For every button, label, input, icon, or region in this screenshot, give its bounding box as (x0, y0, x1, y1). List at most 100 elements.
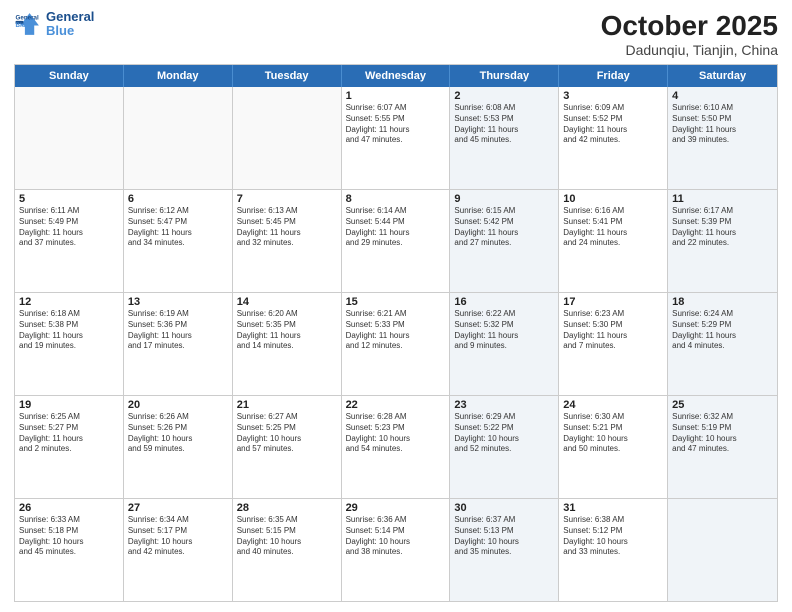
page-container: General Blue General Blue October 2025 D… (0, 0, 792, 612)
day-number: 12 (19, 296, 119, 308)
title-block: October 2025 Dadunqiu, Tianjin, China (601, 10, 778, 58)
day-info: Sunrise: 6:13 AM Sunset: 5:45 PM Dayligh… (237, 206, 337, 249)
logo-text: General Blue (46, 10, 94, 39)
day-info: Sunrise: 6:29 AM Sunset: 5:22 PM Dayligh… (454, 412, 554, 455)
day-number: 20 (128, 399, 228, 411)
day-info: Sunrise: 6:10 AM Sunset: 5:50 PM Dayligh… (672, 103, 773, 146)
calendar-cell: 25Sunrise: 6:32 AM Sunset: 5:19 PM Dayli… (668, 396, 777, 498)
calendar-header: SundayMondayTuesdayWednesdayThursdayFrid… (15, 65, 777, 87)
calendar-row: 12Sunrise: 6:18 AM Sunset: 5:38 PM Dayli… (15, 292, 777, 395)
calendar-cell (15, 87, 124, 189)
day-number: 18 (672, 296, 773, 308)
day-number: 5 (19, 193, 119, 205)
calendar-cell: 28Sunrise: 6:35 AM Sunset: 5:15 PM Dayli… (233, 499, 342, 601)
day-info: Sunrise: 6:17 AM Sunset: 5:39 PM Dayligh… (672, 206, 773, 249)
calendar-cell: 6Sunrise: 6:12 AM Sunset: 5:47 PM Daylig… (124, 190, 233, 292)
day-number: 9 (454, 193, 554, 205)
weekday-header: Sunday (15, 65, 124, 87)
day-number: 10 (563, 193, 663, 205)
day-info: Sunrise: 6:18 AM Sunset: 5:38 PM Dayligh… (19, 309, 119, 352)
day-info: Sunrise: 6:08 AM Sunset: 5:53 PM Dayligh… (454, 103, 554, 146)
day-number: 7 (237, 193, 337, 205)
calendar-cell: 27Sunrise: 6:34 AM Sunset: 5:17 PM Dayli… (124, 499, 233, 601)
calendar-cell: 15Sunrise: 6:21 AM Sunset: 5:33 PM Dayli… (342, 293, 451, 395)
logo-line1: General (46, 10, 94, 24)
day-info: Sunrise: 6:21 AM Sunset: 5:33 PM Dayligh… (346, 309, 446, 352)
month-title: October 2025 (601, 10, 778, 42)
day-info: Sunrise: 6:20 AM Sunset: 5:35 PM Dayligh… (237, 309, 337, 352)
day-number: 31 (563, 502, 663, 514)
calendar-body: 1Sunrise: 6:07 AM Sunset: 5:55 PM Daylig… (15, 87, 777, 601)
calendar-cell: 1Sunrise: 6:07 AM Sunset: 5:55 PM Daylig… (342, 87, 451, 189)
calendar-row: 19Sunrise: 6:25 AM Sunset: 5:27 PM Dayli… (15, 395, 777, 498)
day-number: 30 (454, 502, 554, 514)
calendar-cell: 26Sunrise: 6:33 AM Sunset: 5:18 PM Dayli… (15, 499, 124, 601)
day-number: 26 (19, 502, 119, 514)
day-number: 6 (128, 193, 228, 205)
day-info: Sunrise: 6:07 AM Sunset: 5:55 PM Dayligh… (346, 103, 446, 146)
day-number: 22 (346, 399, 446, 411)
calendar: SundayMondayTuesdayWednesdayThursdayFrid… (14, 64, 778, 602)
day-info: Sunrise: 6:24 AM Sunset: 5:29 PM Dayligh… (672, 309, 773, 352)
calendar-cell: 2Sunrise: 6:08 AM Sunset: 5:53 PM Daylig… (450, 87, 559, 189)
day-number: 19 (19, 399, 119, 411)
calendar-cell: 8Sunrise: 6:14 AM Sunset: 5:44 PM Daylig… (342, 190, 451, 292)
day-number: 8 (346, 193, 446, 205)
calendar-cell: 30Sunrise: 6:37 AM Sunset: 5:13 PM Dayli… (450, 499, 559, 601)
calendar-cell: 23Sunrise: 6:29 AM Sunset: 5:22 PM Dayli… (450, 396, 559, 498)
calendar-cell: 3Sunrise: 6:09 AM Sunset: 5:52 PM Daylig… (559, 87, 668, 189)
day-number: 17 (563, 296, 663, 308)
calendar-row: 26Sunrise: 6:33 AM Sunset: 5:18 PM Dayli… (15, 498, 777, 601)
day-info: Sunrise: 6:33 AM Sunset: 5:18 PM Dayligh… (19, 515, 119, 558)
logo: General Blue General Blue (14, 10, 94, 39)
day-info: Sunrise: 6:38 AM Sunset: 5:12 PM Dayligh… (563, 515, 663, 558)
day-number: 16 (454, 296, 554, 308)
day-number: 15 (346, 296, 446, 308)
svg-text:Blue: Blue (16, 22, 30, 29)
day-info: Sunrise: 6:32 AM Sunset: 5:19 PM Dayligh… (672, 412, 773, 455)
calendar-row: 5Sunrise: 6:11 AM Sunset: 5:49 PM Daylig… (15, 189, 777, 292)
calendar-cell (233, 87, 342, 189)
day-info: Sunrise: 6:09 AM Sunset: 5:52 PM Dayligh… (563, 103, 663, 146)
day-number: 24 (563, 399, 663, 411)
calendar-cell: 31Sunrise: 6:38 AM Sunset: 5:12 PM Dayli… (559, 499, 668, 601)
day-info: Sunrise: 6:15 AM Sunset: 5:42 PM Dayligh… (454, 206, 554, 249)
calendar-cell: 19Sunrise: 6:25 AM Sunset: 5:27 PM Dayli… (15, 396, 124, 498)
calendar-cell: 16Sunrise: 6:22 AM Sunset: 5:32 PM Dayli… (450, 293, 559, 395)
weekday-header: Monday (124, 65, 233, 87)
calendar-cell: 29Sunrise: 6:36 AM Sunset: 5:14 PM Dayli… (342, 499, 451, 601)
day-info: Sunrise: 6:37 AM Sunset: 5:13 PM Dayligh… (454, 515, 554, 558)
day-number: 1 (346, 90, 446, 102)
calendar-cell: 17Sunrise: 6:23 AM Sunset: 5:30 PM Dayli… (559, 293, 668, 395)
day-info: Sunrise: 6:23 AM Sunset: 5:30 PM Dayligh… (563, 309, 663, 352)
calendar-cell: 9Sunrise: 6:15 AM Sunset: 5:42 PM Daylig… (450, 190, 559, 292)
calendar-row: 1Sunrise: 6:07 AM Sunset: 5:55 PM Daylig… (15, 87, 777, 189)
calendar-cell: 7Sunrise: 6:13 AM Sunset: 5:45 PM Daylig… (233, 190, 342, 292)
svg-text:General: General (16, 15, 39, 22)
weekday-header: Saturday (668, 65, 777, 87)
day-number: 28 (237, 502, 337, 514)
day-info: Sunrise: 6:26 AM Sunset: 5:26 PM Dayligh… (128, 412, 228, 455)
day-number: 21 (237, 399, 337, 411)
header: General Blue General Blue October 2025 D… (14, 10, 778, 58)
calendar-cell: 24Sunrise: 6:30 AM Sunset: 5:21 PM Dayli… (559, 396, 668, 498)
calendar-cell (668, 499, 777, 601)
logo-icon: General Blue (14, 10, 42, 38)
day-number: 3 (563, 90, 663, 102)
calendar-cell: 11Sunrise: 6:17 AM Sunset: 5:39 PM Dayli… (668, 190, 777, 292)
day-number: 13 (128, 296, 228, 308)
calendar-cell: 13Sunrise: 6:19 AM Sunset: 5:36 PM Dayli… (124, 293, 233, 395)
day-info: Sunrise: 6:28 AM Sunset: 5:23 PM Dayligh… (346, 412, 446, 455)
calendar-cell: 10Sunrise: 6:16 AM Sunset: 5:41 PM Dayli… (559, 190, 668, 292)
day-info: Sunrise: 6:27 AM Sunset: 5:25 PM Dayligh… (237, 412, 337, 455)
day-info: Sunrise: 6:25 AM Sunset: 5:27 PM Dayligh… (19, 412, 119, 455)
logo-line2: Blue (46, 24, 94, 38)
day-info: Sunrise: 6:22 AM Sunset: 5:32 PM Dayligh… (454, 309, 554, 352)
day-info: Sunrise: 6:16 AM Sunset: 5:41 PM Dayligh… (563, 206, 663, 249)
day-info: Sunrise: 6:30 AM Sunset: 5:21 PM Dayligh… (563, 412, 663, 455)
day-number: 29 (346, 502, 446, 514)
day-number: 11 (672, 193, 773, 205)
day-number: 23 (454, 399, 554, 411)
weekday-header: Friday (559, 65, 668, 87)
calendar-cell: 5Sunrise: 6:11 AM Sunset: 5:49 PM Daylig… (15, 190, 124, 292)
